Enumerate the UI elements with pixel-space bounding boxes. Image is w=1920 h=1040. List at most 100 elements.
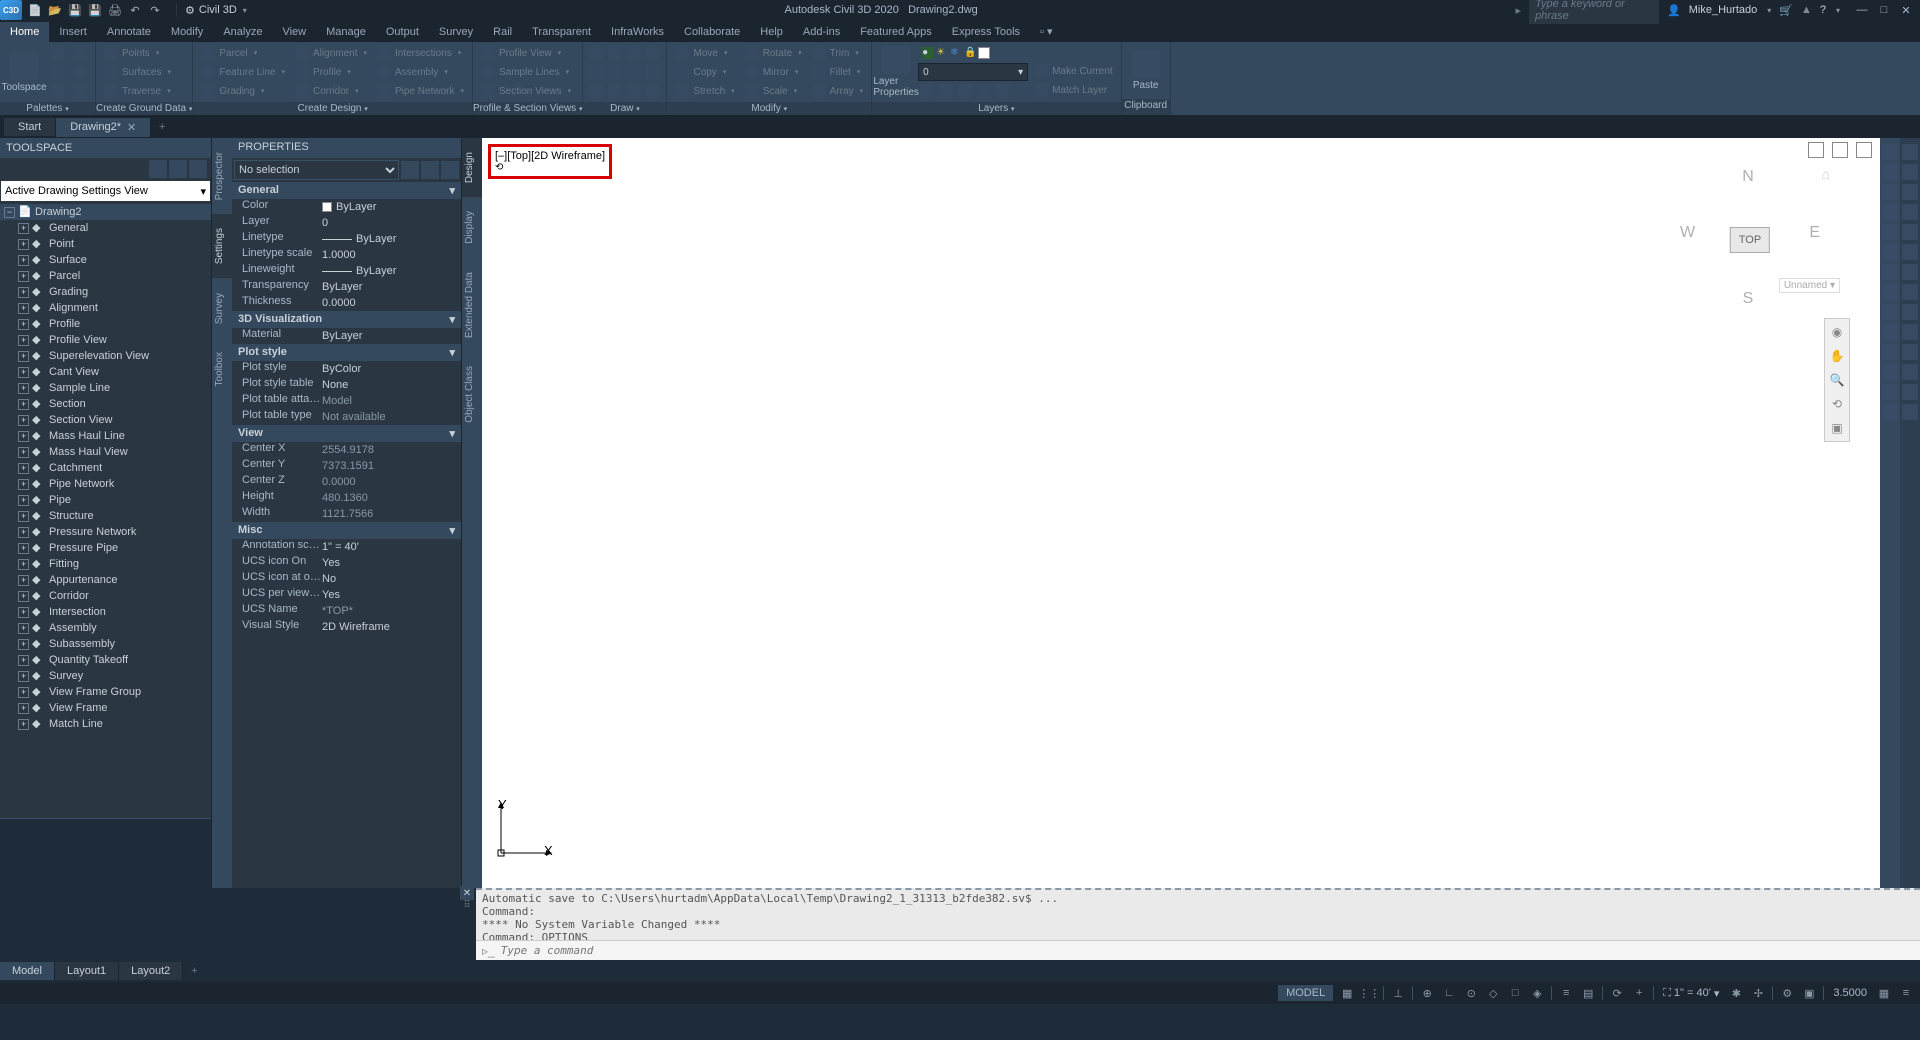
prop-ucs-icon-at-ori-[interactable]: UCS icon at ori...No (232, 571, 461, 587)
ribbon-pipe-network[interactable]: Pipe Network▾ (373, 82, 468, 100)
ribbon-stretch[interactable]: Stretch▾ (671, 82, 738, 100)
ribbon-intersections[interactable]: Intersections▾ (373, 44, 468, 62)
viewcube-home-icon[interactable]: ⌂ (1822, 166, 1830, 182)
right-tool-2-3[interactable] (1902, 204, 1918, 220)
app-icon[interactable]: C3D (0, 0, 22, 20)
tree-item-survey[interactable]: +◆Survey (0, 668, 211, 684)
ribbon-surfaces[interactable]: Surfaces▾ (100, 63, 175, 81)
signin-icon[interactable]: 👤 (1667, 4, 1681, 17)
right-tool-1-10[interactable] (1882, 344, 1898, 360)
draw-icon-0-3[interactable] (644, 44, 662, 62)
status-iso-icon[interactable]: ◇ (1485, 985, 1501, 1001)
app-store-icon[interactable]: 🛒 (1779, 4, 1793, 17)
palette-grid-2-0[interactable] (46, 82, 68, 100)
maximize-button[interactable]: □ (1876, 2, 1892, 18)
qat-saveas-icon[interactable]: 💾 (86, 1, 104, 19)
prop-plot-style-table[interactable]: Plot style tableNone (232, 377, 461, 393)
draw-icon-1-3[interactable] (644, 63, 662, 81)
menutab-survey[interactable]: Survey (429, 22, 483, 42)
menutab-insert[interactable]: Insert (49, 22, 97, 42)
commandline-close-icon[interactable]: ✕ (460, 886, 474, 900)
menutab-annotate[interactable]: Annotate (97, 22, 161, 42)
menutab-modify[interactable]: Modify (161, 22, 213, 42)
palette-grid-0-0[interactable] (46, 44, 68, 62)
ribbon-match-layer[interactable]: Match Layer (1030, 81, 1117, 99)
sidepalette-object-class[interactable]: Object Class (462, 352, 482, 437)
status-customize-icon[interactable]: ≡ (1898, 985, 1914, 1001)
right-tool-1-3[interactable] (1882, 204, 1898, 220)
right-tool-2-9[interactable] (1902, 324, 1918, 340)
palette-grid-1-1[interactable] (69, 63, 91, 81)
layer-dropdown[interactable]: 0▾ (918, 63, 1028, 81)
qat-print-icon[interactable]: 🖨 (106, 1, 124, 19)
doctab-add[interactable]: + (151, 121, 173, 133)
panel-title-create-ground-data[interactable]: Create Ground Data ▾ (96, 102, 192, 115)
prop-ucs-icon-on[interactable]: UCS icon OnYes (232, 555, 461, 571)
draw-icon-0-1[interactable] (606, 44, 624, 62)
right-tool-2-12[interactable] (1902, 384, 1918, 400)
toolspace-vtab-prospector[interactable]: Prospector (212, 138, 232, 214)
viewcube-north[interactable]: N (1742, 168, 1758, 186)
right-tool-2-4[interactable] (1902, 224, 1918, 240)
tree-item-view-frame-group[interactable]: +◆View Frame Group (0, 684, 211, 700)
nav-orbit-icon[interactable]: ⟲ (1828, 395, 1846, 413)
tree-item-match-line[interactable]: +◆Match Line (0, 716, 211, 732)
tree-item-superelevation-view[interactable]: +◆Superelevation View (0, 348, 211, 364)
ribbon-fillet[interactable]: Fillet▾ (808, 63, 867, 81)
menutab-express-tools[interactable]: Express Tools (942, 22, 1030, 42)
toolspace-btn1[interactable] (149, 160, 167, 178)
viewport-minimize-icon[interactable] (1808, 142, 1824, 158)
status-cycling-icon[interactable]: ⟳ (1609, 985, 1625, 1001)
qat-open-icon[interactable]: 📂 (46, 1, 64, 19)
draw-icon-0-2[interactable] (625, 44, 643, 62)
ribbon-traverse[interactable]: Traverse▾ (100, 82, 175, 100)
doctab-start[interactable]: Start (4, 118, 56, 136)
ribbon-make-current[interactable]: Make Current (1030, 62, 1117, 80)
right-tool-2-1[interactable] (1902, 164, 1918, 180)
tree-item-view-frame[interactable]: +◆View Frame (0, 700, 211, 716)
nav-wheel-icon[interactable]: ◉ (1828, 323, 1846, 341)
tree-item-section-view[interactable]: +◆Section View (0, 412, 211, 428)
layer-state-icons[interactable]: ●☀❄🔒 (918, 44, 1028, 62)
layer-tool-3[interactable] (975, 82, 993, 100)
status-lwt-icon[interactable]: ≡ (1558, 985, 1574, 1001)
drawing-canvas[interactable]: [–][Top][2D Wireframe] ⟲ ⌂ N S E W TOP U… (482, 138, 1880, 888)
ribbon-paste[interactable]: Paste (1126, 44, 1166, 97)
layer-tool-0[interactable] (918, 82, 936, 100)
propgroup-general[interactable]: General▾ (232, 182, 461, 199)
tree-item-parcel[interactable]: +◆Parcel (0, 268, 211, 284)
qat-undo-icon[interactable]: ↶ (126, 1, 144, 19)
right-tool-1-13[interactable] (1882, 404, 1898, 420)
tree-item-pressure-pipe[interactable]: +◆Pressure Pipe (0, 540, 211, 556)
ribbon-scale[interactable]: Scale▾ (741, 82, 806, 100)
menutab-help[interactable]: Help (750, 22, 793, 42)
status-grid-icon[interactable]: ▦ (1339, 985, 1355, 1001)
sidepalette-extended-data[interactable]: Extended Data (462, 258, 482, 352)
panel-title-palettes[interactable]: Palettes ▾ (0, 102, 95, 115)
tree-item-general[interactable]: +◆General (0, 220, 211, 236)
prop-center-y[interactable]: Center Y7373.1591 (232, 458, 461, 474)
minimize-button[interactable]: — (1854, 2, 1870, 18)
ribbon-profile[interactable]: Profile▾ (291, 63, 371, 81)
navigation-bar[interactable]: ◉ ✋ 🔍 ⟲ ▣ (1824, 318, 1850, 442)
menutab-add-ins[interactable]: Add-ins (793, 22, 850, 42)
prop-width[interactable]: Width1121.7566 (232, 506, 461, 522)
sidepalette-design[interactable]: Design (462, 138, 482, 197)
propgroup-misc[interactable]: Misc▾ (232, 522, 461, 539)
tree-item-appurtenance[interactable]: +◆Appurtenance (0, 572, 211, 588)
tree-root-drawing[interactable]: −📄Drawing2 (0, 204, 211, 220)
right-tool-1-8[interactable] (1882, 304, 1898, 320)
status-autoadd-icon[interactable]: ✢ (1750, 985, 1766, 1001)
layouttab-layout2[interactable]: Layout2 (119, 962, 183, 980)
prop-plot-table-type[interactable]: Plot table typeNot available (232, 409, 461, 425)
tree-item-profile-view[interactable]: +◆Profile View (0, 332, 211, 348)
panel-title-clipboard[interactable]: Clipboard (1122, 99, 1170, 115)
ribbon-layer-properties[interactable]: Layer Properties (876, 44, 916, 100)
tree-item-structure[interactable]: +◆Structure (0, 508, 211, 524)
right-tool-2-8[interactable] (1902, 304, 1918, 320)
prop-transparency[interactable]: TransparencyByLayer (232, 279, 461, 295)
viewport-label-highlighted[interactable]: [–][Top][2D Wireframe] ⟲ (488, 144, 612, 179)
ribbon-move[interactable]: Move▾ (671, 44, 738, 62)
ribbon-alignment[interactable]: Alignment▾ (291, 44, 371, 62)
tree-item-pipe-network[interactable]: +◆Pipe Network (0, 476, 211, 492)
